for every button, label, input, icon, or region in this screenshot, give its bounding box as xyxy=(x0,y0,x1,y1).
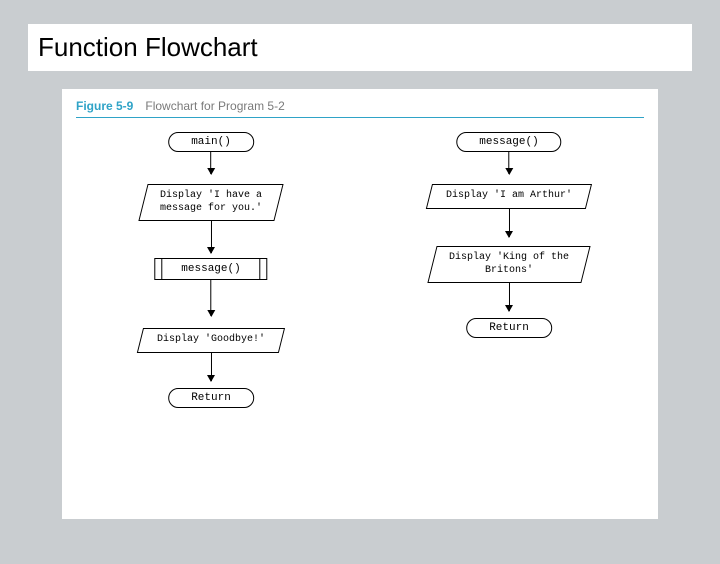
io-display-arthur: Display 'I am Arthur' xyxy=(426,184,592,209)
arrow-icon xyxy=(509,209,510,237)
io-display-king: Display 'King of the Britons' xyxy=(427,246,590,283)
arrow-icon xyxy=(210,152,211,174)
io-display-message: Display 'I have a message for you.' xyxy=(138,184,283,221)
flowchart-area: main() Display 'I have a message for you… xyxy=(62,126,658,496)
arrow-icon xyxy=(508,152,509,174)
figure-header: Figure 5-9 Flowchart for Program 5-2 xyxy=(62,89,658,117)
page-title: Function Flowchart xyxy=(38,32,682,63)
terminal-main-return: Return xyxy=(168,388,254,408)
arrow-icon xyxy=(211,221,212,253)
figure-rule xyxy=(76,117,644,118)
figure-label: Figure 5-9 xyxy=(76,99,133,113)
arrow-icon xyxy=(509,283,510,311)
terminal-message-return: Return xyxy=(466,318,552,338)
figure-panel: Figure 5-9 Flowchart for Program 5-2 mai… xyxy=(62,89,658,519)
figure-caption: Flowchart for Program 5-2 xyxy=(145,99,284,113)
subroutine-call-message: message() xyxy=(154,258,267,280)
terminal-main-start: main() xyxy=(168,132,254,152)
slide-title-area: Function Flowchart xyxy=(28,24,692,71)
arrow-icon xyxy=(210,280,211,316)
io-display-goodbye: Display 'Goodbye!' xyxy=(137,328,285,353)
terminal-message-start: message() xyxy=(456,132,561,152)
arrow-icon xyxy=(211,353,212,381)
